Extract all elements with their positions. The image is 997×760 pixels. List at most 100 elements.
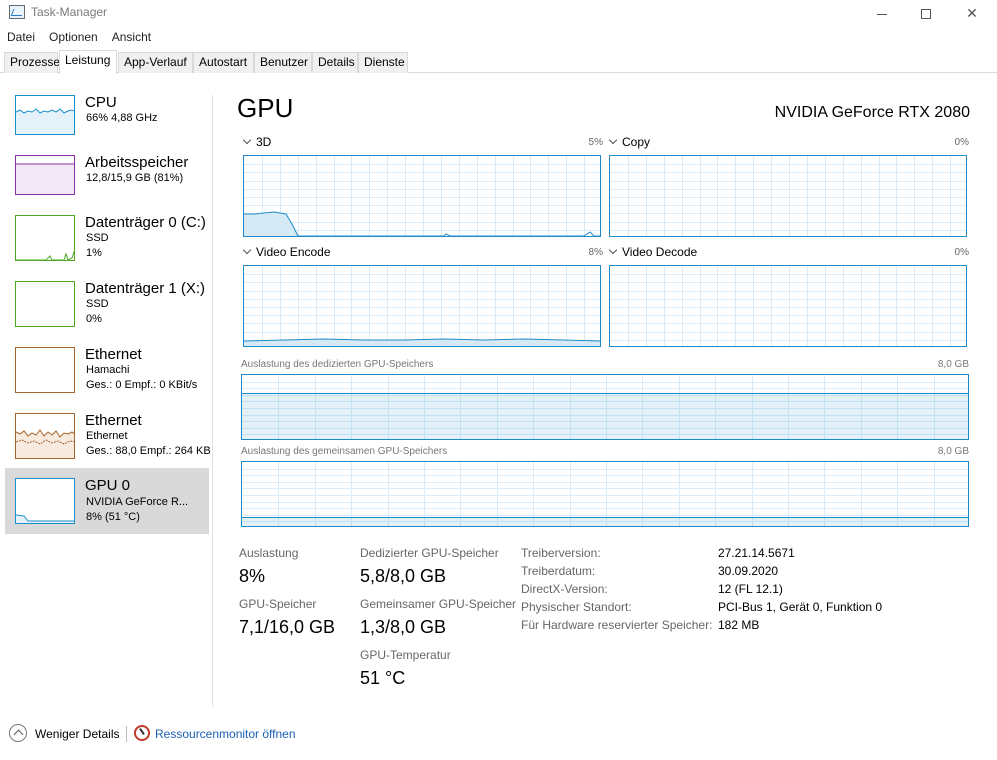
sidebar-item-cpu[interactable]: CPU 66% 4,88 GHz	[5, 88, 209, 154]
utilization-label: Auslastung	[239, 546, 299, 560]
sidebar-item-name: Datenträger 0 (C:)	[85, 214, 206, 231]
gpu-thumbnail-graph	[15, 478, 75, 524]
gpu-memory-label: GPU-Speicher	[239, 597, 317, 611]
sidebar-item-adapter: NVIDIA GeForce R...	[86, 496, 189, 508]
info-value: 12 (FL 12.1)	[718, 582, 783, 596]
tab-benutzer[interactable]: Benutzer	[254, 52, 312, 73]
footer: Weniger Details Ressourcenmonitor öffnen	[0, 720, 997, 748]
chevron-down-icon	[608, 245, 618, 255]
sidebar-divider	[212, 95, 213, 707]
resource-monitor-icon[interactable]	[134, 725, 150, 741]
sidebar-item-gpu-0[interactable]: GPU 0 NVIDIA GeForce R... 8% (51 °C)	[5, 468, 209, 534]
close-icon: ✕	[966, 5, 978, 21]
window-title: Task-Manager	[31, 5, 108, 19]
shared-gpu-memory-value: 1,3/8,0 GB	[360, 617, 447, 637]
sidebar-item-detail: 0%	[86, 313, 102, 325]
gpu-temperature-value: 51 °C	[360, 668, 406, 688]
info-value: PCI-Bus 1, Gerät 0, Funktion 0	[718, 600, 883, 614]
info-key: Physischer Standort:	[521, 600, 632, 614]
shared-memory-label: Auslastung des gemeinsamen GPU-Speichers	[241, 446, 448, 457]
sidebar-item-name: Ethernet	[85, 412, 142, 429]
sidebar-item-detail: 66% 4,88 GHz	[86, 112, 158, 124]
sidebar-item-detail: Ges.: 88,0 Empf.: 264 KB	[86, 445, 211, 457]
sidebar-item-ethernet-hamachi[interactable]: Ethernet Hamachi Ges.: 0 Empf.: 0 KBit/s	[5, 340, 209, 406]
sidebar-item-name: GPU 0	[85, 477, 131, 494]
shared-gpu-memory-label: Gemeinsamer GPU-Speicher	[360, 597, 517, 611]
tab-leistung[interactable]: Leistung	[59, 50, 117, 74]
graph-label-copy[interactable]: Copy	[607, 135, 650, 149]
menu-ansicht[interactable]: Ansicht	[105, 28, 158, 48]
sidebar-item-arbeitsspeicher[interactable]: Arbeitsspeicher 12,8/15,9 GB (81%)	[5, 148, 209, 214]
ethernet-thumbnail-graph	[15, 413, 75, 459]
tab-details[interactable]: Details	[312, 52, 358, 73]
graph-label-video-encode[interactable]: Video Encode	[241, 245, 331, 259]
sidebar-item-name: Arbeitsspeicher	[85, 154, 189, 171]
gpu-model-name: NVIDIA GeForce RTX 2080	[774, 104, 970, 121]
tab-prozesse[interactable]: Prozesse	[4, 52, 60, 73]
graph-copy	[609, 155, 967, 237]
sidebar-item-datentraeger-0[interactable]: Datenträger 0 (C:) SSD 1%	[5, 208, 209, 274]
graph-pct-3d: 5%	[588, 137, 603, 148]
page-title: GPU	[237, 93, 294, 123]
graph-3d	[243, 155, 601, 237]
resource-monitor-link[interactable]: Ressourcenmonitor öffnen	[155, 727, 296, 741]
shared-memory-fill	[242, 517, 968, 526]
sidebar-item-type: SSD	[86, 298, 109, 310]
gpu-temperature-label: GPU-Temperatur	[360, 648, 451, 662]
menu-datei[interactable]: Datei	[0, 28, 42, 48]
shared-memory-max: 8,0 GB	[937, 446, 969, 457]
task-manager-icon	[9, 5, 25, 19]
info-value: 182 MB	[718, 618, 760, 632]
sidebar-item-name: Ethernet	[85, 346, 142, 363]
close-button[interactable]: ✕	[949, 0, 995, 26]
tab-autostart[interactable]: Autostart	[193, 52, 254, 73]
ethernet-hamachi-thumbnail-graph	[15, 347, 75, 393]
chevron-up-circle-icon[interactable]	[9, 724, 27, 742]
graph-pct-video-encode: 8%	[588, 247, 603, 258]
maximize-button[interactable]	[903, 0, 949, 26]
menu-bar: Datei Optionen Ansicht	[0, 28, 158, 48]
sidebar-item-detail: 8% (51 °C)	[86, 511, 140, 523]
sidebar-item-adapter: Hamachi	[86, 364, 130, 376]
info-value: 27.21.14.5671	[718, 546, 795, 560]
sidebar-item-type: SSD	[86, 232, 109, 244]
info-key: Treiberversion:	[521, 546, 601, 560]
title-bar: Task-Manager ✕	[0, 0, 997, 26]
tab-app-verlauf[interactable]: App-Verlauf	[118, 52, 193, 73]
sidebar-item-detail: Ges.: 0 Empf.: 0 KBit/s	[86, 379, 198, 391]
graph-video-encode	[243, 265, 601, 347]
sidebar-item-name: Datenträger 1 (X:)	[85, 280, 206, 297]
graph-label-video-decode[interactable]: Video Decode	[607, 245, 697, 259]
sidebar-item-ethernet[interactable]: Ethernet Ethernet Ges.: 88,0 Empf.: 264 …	[5, 406, 211, 472]
chevron-down-icon	[242, 135, 252, 145]
dedicated-gpu-memory-value: 5,8/8,0 GB	[360, 566, 447, 586]
minimize-button[interactable]	[859, 0, 905, 26]
graph-label-3d[interactable]: 3D	[241, 135, 271, 149]
footer-divider	[126, 726, 127, 742]
chevron-down-icon	[608, 135, 618, 145]
menu-optionen[interactable]: Optionen	[42, 28, 105, 48]
memory-thumbnail-graph	[15, 155, 75, 195]
cpu-thumbnail-graph	[15, 95, 75, 135]
dedicated-gpu-memory-label: Dedizierter GPU-Speicher	[360, 546, 499, 560]
sidebar-item-detail: 1%	[86, 247, 102, 259]
graph-shared-memory	[241, 461, 969, 527]
sidebar-item-datentraeger-1[interactable]: Datenträger 1 (X:) SSD 0%	[5, 274, 209, 340]
chevron-down-icon	[242, 245, 252, 255]
info-key: DirectX-Version:	[521, 582, 608, 596]
dedicated-memory-max: 8,0 GB	[937, 359, 969, 370]
minimize-icon	[877, 13, 887, 15]
graph-pct-copy: 0%	[954, 137, 969, 148]
sidebar-item-name: CPU	[85, 94, 117, 111]
graph-video-decode	[609, 265, 967, 347]
graph-dedicated-memory	[241, 374, 969, 440]
tab-dienste[interactable]: Dienste	[358, 52, 408, 73]
dedicated-memory-label: Auslastung des dedizierten GPU-Speichers	[241, 359, 434, 370]
maximize-icon	[921, 9, 931, 20]
fewer-details-button[interactable]: Weniger Details	[35, 727, 119, 741]
graph-pct-video-decode: 0%	[954, 247, 969, 258]
gpu-memory-value: 7,1/16,0 GB	[239, 617, 336, 637]
tab-bar: Prozesse Leistung App-Verlauf Autostart …	[0, 50, 997, 74]
info-value: 30.09.2020	[718, 564, 779, 578]
info-key: Für Hardware reservierter Speicher:	[521, 618, 713, 632]
